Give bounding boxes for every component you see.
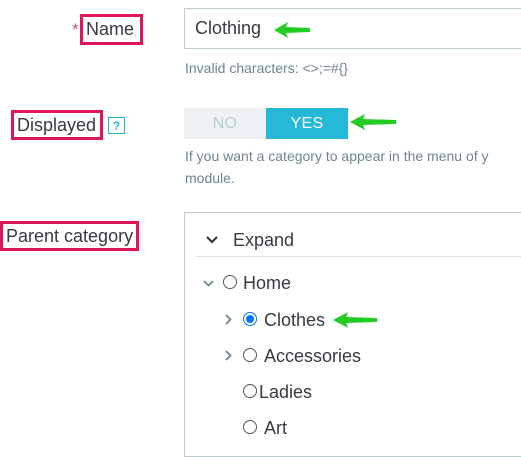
chevron-down-icon[interactable]: [205, 235, 219, 245]
category-radio-accessories[interactable]: [243, 348, 257, 362]
required-asterisk: *: [72, 20, 79, 39]
category-radio-ladies[interactable]: [243, 384, 257, 398]
tree-item-ladies: Ladies: [259, 382, 313, 402]
category-radio-home[interactable]: [223, 275, 237, 289]
tree-item-accessories: Accessories: [264, 346, 362, 366]
help-icon[interactable]: ?: [108, 117, 125, 134]
name-label: Name: [80, 14, 143, 45]
tree-item-art: Art: [264, 418, 288, 438]
category-radio-clothes[interactable]: [243, 312, 257, 326]
name-hint: Invalid characters: <>;=#{}: [185, 60, 349, 76]
chevron-down-icon[interactable]: [202, 279, 215, 288]
chevron-right-icon[interactable]: [224, 313, 233, 326]
category-radio-art[interactable]: [243, 420, 257, 434]
tree-item-home: Home: [243, 273, 292, 293]
toggle-yes-button[interactable]: YES: [266, 108, 348, 139]
displayed-hint-line2: module.: [185, 170, 235, 186]
name-input[interactable]: Clothing: [184, 8, 521, 49]
expand-link[interactable]: Expand: [233, 229, 294, 251]
parent-category-label: Parent category: [0, 221, 139, 251]
chevron-right-icon[interactable]: [224, 349, 233, 362]
tree-header-divider: [195, 256, 521, 257]
green-arrow-annotation: [333, 312, 377, 328]
toggle-no-button[interactable]: NO: [184, 108, 266, 139]
displayed-hint-line1: If you want a category to appear in the …: [185, 148, 489, 164]
green-arrow-annotation: [350, 114, 396, 130]
tree-item-clothes: Clothes: [264, 310, 326, 330]
green-arrow-annotation: [274, 22, 310, 38]
displayed-label: Displayed: [11, 110, 103, 140]
